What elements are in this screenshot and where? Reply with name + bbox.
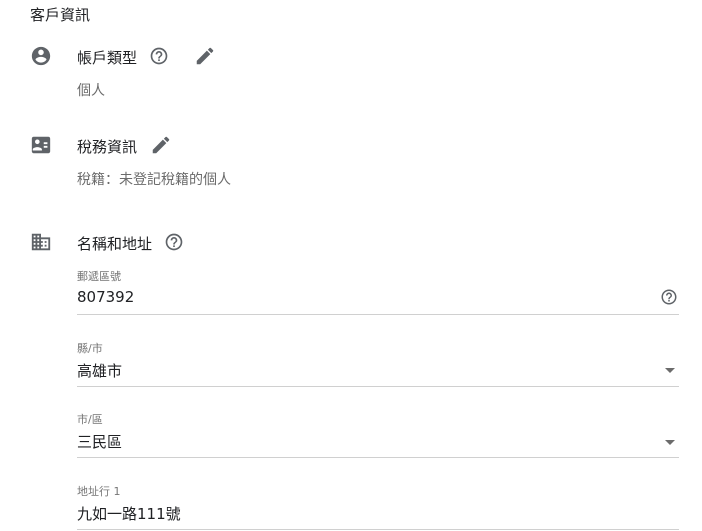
district-value[interactable]: 三民區 — [77, 431, 679, 452]
postal-code-value[interactable]: 807392 — [77, 288, 679, 306]
address-line-1-value[interactable]: 九如一路111號 — [77, 503, 679, 524]
county-city-select[interactable]: 縣/市 高雄市 — [77, 340, 679, 387]
account-type-edit-icon[interactable] — [194, 45, 216, 67]
county-city-dropdown-arrow-icon[interactable] — [665, 368, 675, 373]
name-address-help-icon[interactable] — [164, 232, 184, 252]
account-type-value: 個人 — [77, 83, 105, 99]
postal-code-help-icon[interactable] — [660, 288, 678, 306]
tax-info-edit-icon[interactable] — [150, 134, 172, 156]
district-dropdown-arrow-icon[interactable] — [665, 440, 675, 445]
section-title: 客戶資訊 — [30, 6, 91, 24]
postal-code-underline — [77, 314, 679, 315]
tax-info-value: 稅籍：未登記稅籍的個人 — [77, 172, 231, 188]
name-address-title: 名稱和地址 — [77, 235, 153, 253]
postal-code-label: 郵遞區號 — [77, 270, 121, 283]
address-line-1-underline — [77, 529, 679, 530]
district-underline — [77, 457, 679, 458]
building-icon — [30, 231, 52, 253]
county-city-underline — [77, 386, 679, 387]
county-city-label: 縣/市 — [77, 342, 103, 355]
account-circle-icon — [30, 45, 52, 67]
address-line-1-label: 地址行 1 — [77, 485, 121, 498]
id-card-icon — [30, 134, 52, 156]
district-label: 市/區 — [77, 413, 103, 426]
district-select[interactable]: 市/區 三民區 — [77, 411, 679, 458]
tax-info-title: 稅務資訊 — [77, 138, 138, 156]
address-line-1-field[interactable]: 地址行 1 九如一路111號 — [77, 483, 679, 530]
account-type-title: 帳戶類型 — [77, 49, 138, 67]
account-type-help-icon[interactable] — [149, 46, 169, 66]
postal-code-field[interactable]: 郵遞區號 807392 — [77, 268, 679, 315]
county-city-value[interactable]: 高雄市 — [77, 360, 679, 381]
